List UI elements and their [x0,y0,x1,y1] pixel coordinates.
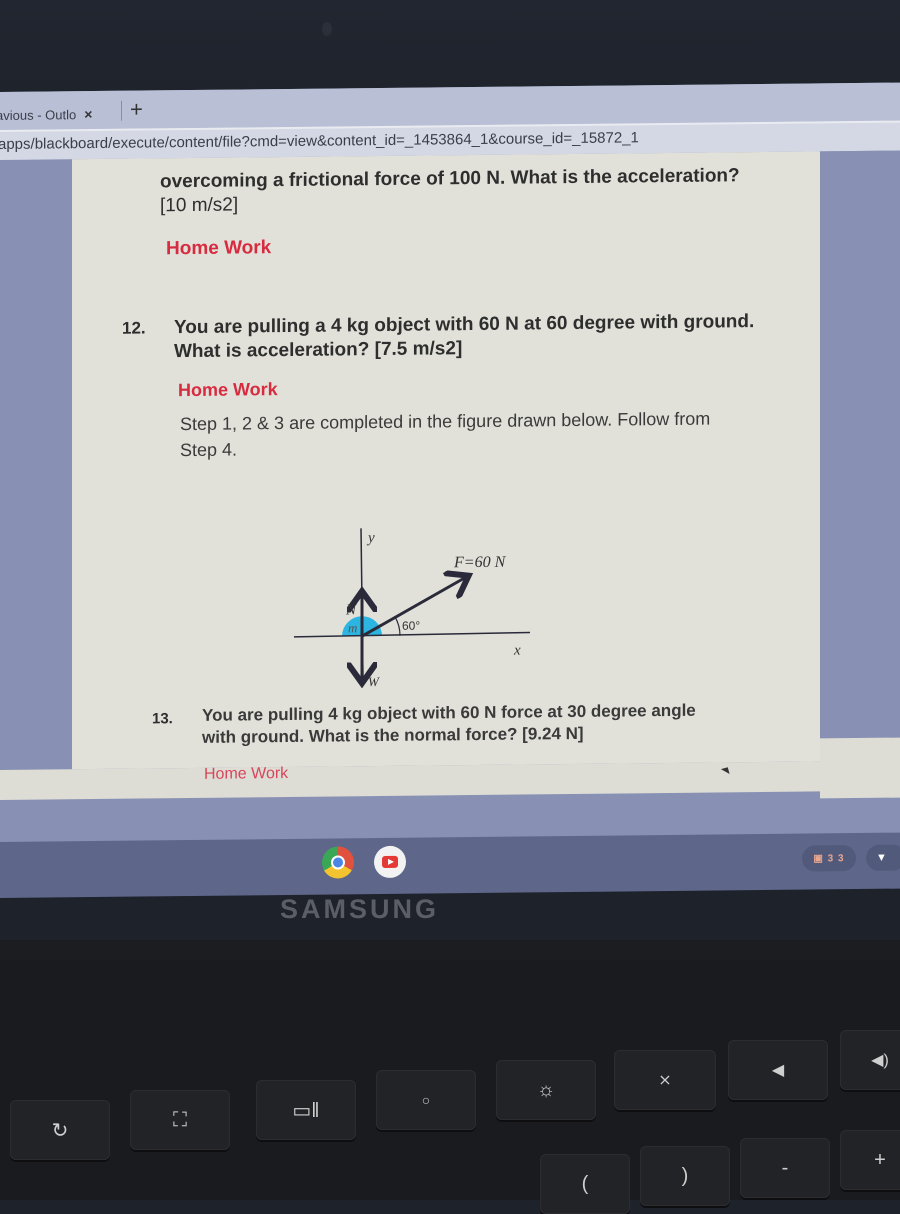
q11-text-line1: overcoming a frictional force of 100 N. … [160,165,740,193]
minus-key[interactable]: - [740,1138,830,1198]
brand-logo: SAMSUNG [280,894,440,924]
brightness-up-key[interactable]: ☼ [496,1060,596,1120]
close-paren-key[interactable]: ) [640,1146,730,1206]
q12-step-line2: Step 4. [180,439,238,461]
q12-text-line2: What is acceleration? [7.5 m/s2] [174,338,463,363]
x-axis-label: x [513,643,521,659]
chrome-icon[interactable] [322,846,354,879]
tab-title: avious - Outlo [0,106,77,123]
free-body-diagram: y x F=60 N N W m 60° [294,528,531,689]
tab-separator [121,100,122,121]
status-tray[interactable]: ▣ 3 3 [802,845,856,872]
viewer-margin-right [820,150,900,742]
q13-homework-label: Home Work [204,764,289,783]
brightness-down-key[interactable]: ○ [376,1070,476,1130]
new-tab-button[interactable]: + [130,97,143,123]
q12-step-line1: Step 1, 2 & 3 are completed in the figur… [180,408,711,435]
refresh-key[interactable]: ↻ [10,1100,110,1160]
play-icon [388,858,394,865]
fullscreen-key[interactable]: ⛶ [130,1090,230,1150]
volume-down-key[interactable]: ◀ [728,1040,828,1100]
document-page: overcoming a frictional force of 100 N. … [72,151,820,799]
mute-key[interactable]: ⨯ [614,1050,716,1110]
screen-bezel [0,0,900,92]
webcam [322,22,332,36]
chromeos-shelf: ▣ 3 3 ▼ [0,832,900,898]
q13-text-line2: with ground. What is the normal force? [… [202,723,584,747]
youtube-icon[interactable] [374,845,406,879]
wifi-icon[interactable]: ▼ [866,844,900,871]
q12-number: 12. [122,318,146,338]
normal-label: N [345,602,357,618]
plus-key[interactable]: + [840,1130,900,1190]
angle-arc [394,616,401,636]
force-label: F=60 N [453,554,507,572]
q11-answer: [10 m/s2] [160,194,239,217]
open-paren-key[interactable]: ( [540,1154,630,1214]
close-tab-icon[interactable]: × [84,106,92,122]
browser-tab[interactable]: avious - Outlo × [0,99,122,130]
keyboard: ↻ ⛶ ▭‖ ○ ☼ ⨯ ◀ ◀) + - ) ( [0,960,900,1214]
q12-text-line1: You are pulling a 4 kg object with 60 N … [174,311,755,339]
angle-label: 60° [402,619,420,633]
y-axis-label: y [366,530,375,546]
q12-homework-label: Home Work [178,379,278,401]
weight-label: W [368,674,380,689]
overview-key[interactable]: ▭‖ [256,1080,356,1140]
laptop-screen: avious - Outlo × + apps/blackboard/execu… [0,82,900,898]
document-viewer[interactable]: overcoming a frictional force of 100 N. … [72,151,820,783]
mouse-cursor-icon [720,764,733,775]
x-axis [294,631,531,638]
mass-label: m [348,620,357,635]
url-text[interactable]: apps/blackboard/execute/content/file?cmd… [0,129,639,153]
q13-number: 13. [152,710,173,728]
volume-up-key[interactable]: ◀) [840,1030,900,1090]
q11-homework-label: Home Work [166,237,272,260]
